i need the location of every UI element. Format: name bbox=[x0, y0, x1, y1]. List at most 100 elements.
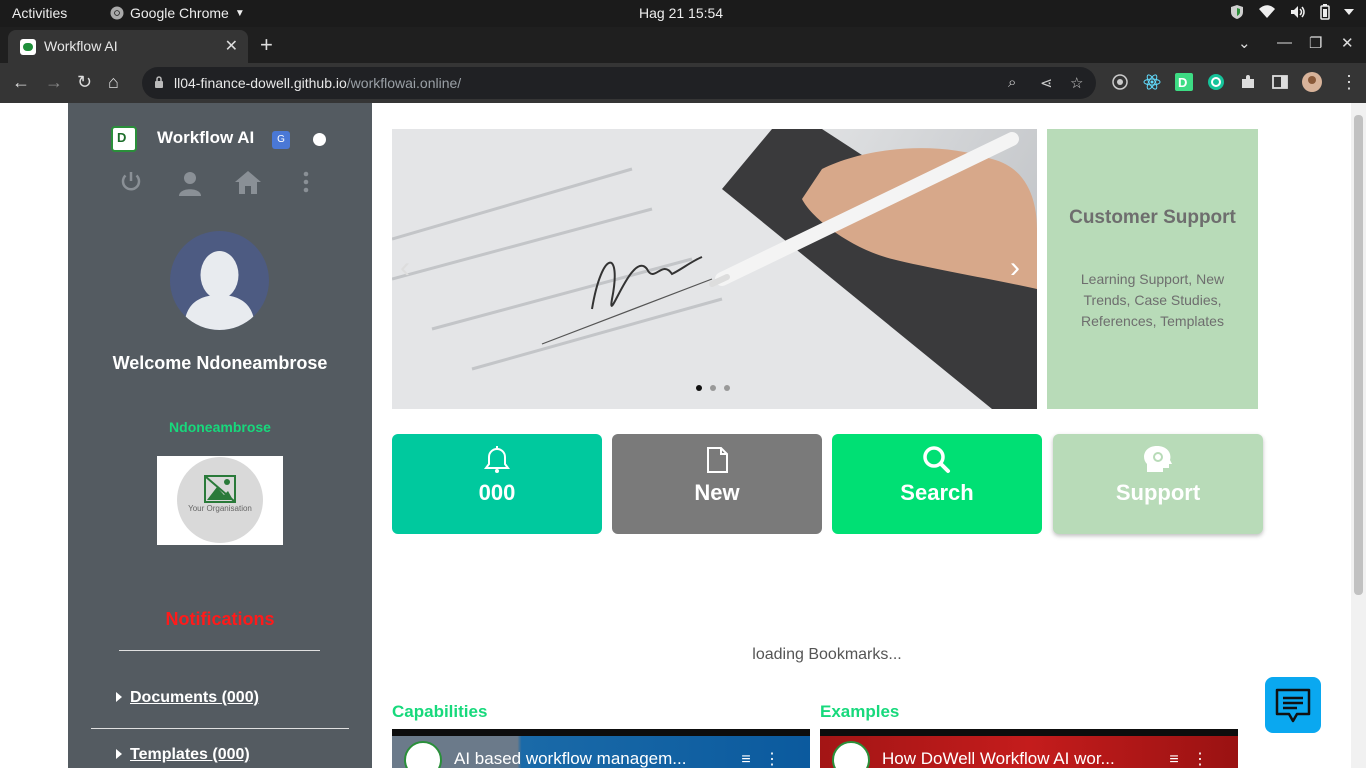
activities-button[interactable]: Activities bbox=[12, 5, 67, 21]
back-arrow-icon[interactable]: ← bbox=[12, 72, 30, 93]
examples-heading: Examples bbox=[820, 702, 900, 721]
organisation-placeholder-label: Your Organisation bbox=[188, 504, 252, 513]
organisation-placeholder bbox=[177, 457, 263, 543]
sidebar-app-title: Workflow AI bbox=[157, 128, 255, 147]
welcome-heading: Welcome Ndoneambrose bbox=[112, 353, 328, 373]
battery-icon bbox=[1320, 4, 1330, 20]
zoom-search-icon[interactable]: ⌕ bbox=[1008, 74, 1016, 91]
sidebar-item-label: Documents (000) bbox=[130, 689, 259, 706]
new-tile-label: New bbox=[694, 480, 740, 505]
maximize-button[interactable]: ❐ bbox=[1309, 34, 1322, 52]
carousel-dot[interactable] bbox=[710, 385, 716, 391]
divider bbox=[119, 650, 320, 651]
organisation-logo[interactable]: Your Organisation bbox=[157, 456, 283, 545]
profile-avatar[interactable] bbox=[1302, 72, 1322, 92]
lock-icon bbox=[155, 76, 163, 88]
customer-support-card[interactable]: Customer Support Learning Support, New T… bbox=[1047, 129, 1258, 409]
home-icon[interactable]: ⌂ bbox=[108, 72, 119, 93]
carousel-next-icon[interactable]: › bbox=[1010, 251, 1020, 285]
home-icon[interactable] bbox=[234, 170, 262, 194]
support-tile-label: Support bbox=[1115, 480, 1201, 505]
new-tab-button[interactable]: + bbox=[260, 32, 273, 58]
page-scrollbar[interactable] bbox=[1351, 103, 1366, 768]
favicon-icon bbox=[20, 39, 36, 55]
app-menu[interactable]: Google Chrome ▼ bbox=[110, 5, 245, 21]
clock[interactable]: Hag 21 15:54 bbox=[639, 5, 723, 21]
document-icon bbox=[707, 447, 728, 473]
sidebar-item-templates[interactable]: Templates (000) bbox=[116, 746, 250, 764]
examples-video[interactable]: How DoWell Workflow AI wor... ≡ ⋮ bbox=[820, 729, 1238, 768]
chrome-icon bbox=[110, 6, 124, 20]
carousel-dot[interactable] bbox=[724, 385, 730, 391]
signature-image bbox=[392, 129, 1037, 409]
image-placeholder-icon bbox=[204, 475, 236, 503]
dowell-logo bbox=[111, 126, 137, 152]
search-tile[interactable]: Search bbox=[832, 434, 1042, 534]
divider bbox=[91, 728, 349, 729]
carousel-prev-icon[interactable]: ‹ bbox=[400, 251, 410, 285]
notifications-tile[interactable]: 000 bbox=[392, 434, 602, 534]
translate-icon[interactable]: G bbox=[272, 131, 290, 149]
capabilities-heading: Capabilities bbox=[392, 702, 488, 721]
notifications-tile-label: 000 bbox=[478, 480, 516, 505]
chat-icon bbox=[1275, 688, 1311, 723]
video-menu-icon[interactable]: ≡ ⋮ bbox=[1169, 749, 1208, 768]
url-path: /workflowai.online/ bbox=[346, 75, 462, 91]
head-gear-icon bbox=[1144, 446, 1172, 472]
sidebar: Workflow AI G Welcome Ndoneambrose Ndone… bbox=[68, 103, 372, 768]
more-vertical-icon[interactable] bbox=[303, 170, 309, 194]
search-tile-label: Search bbox=[900, 480, 974, 505]
side-panel-icon[interactable] bbox=[1271, 73, 1289, 91]
app-name: Google Chrome bbox=[130, 5, 229, 21]
carousel-dot[interactable] bbox=[696, 385, 702, 391]
notifications-heading: Notifications bbox=[165, 609, 275, 629]
grammarly-icon[interactable] bbox=[1207, 73, 1225, 91]
menu-dots-icon[interactable]: ⋮ bbox=[1340, 72, 1358, 93]
caret-right-icon bbox=[116, 692, 122, 702]
user-silhouette-icon bbox=[184, 251, 255, 330]
svg-text:D: D bbox=[1178, 75, 1187, 90]
sidebar-item-documents[interactable]: Documents (000) bbox=[116, 689, 259, 707]
support-tile[interactable]: Support bbox=[1053, 434, 1263, 534]
video-title[interactable]: How DoWell Workflow AI wor... bbox=[882, 749, 1115, 768]
customer-support-title: Customer Support bbox=[1069, 207, 1236, 228]
url-host: ll04-finance-dowell.github.io bbox=[174, 75, 347, 91]
shield-icon bbox=[1231, 5, 1243, 19]
carousel-indicators[interactable] bbox=[696, 385, 730, 391]
power-icon[interactable] bbox=[119, 170, 143, 194]
hero-carousel[interactable]: ‹ › bbox=[392, 129, 1037, 409]
scrollbar-thumb[interactable] bbox=[1354, 115, 1363, 595]
close-tab-icon[interactable]: ✕ bbox=[225, 36, 238, 56]
customer-support-description: Learning Support, New Trends, Case Studi… bbox=[1080, 271, 1225, 329]
tab-search-icon[interactable]: ⌄ bbox=[1238, 34, 1251, 52]
reload-icon[interactable]: ↻ bbox=[77, 72, 92, 93]
user-icon[interactable] bbox=[177, 170, 203, 196]
bookmarks-loading-text: loading Bookmarks... bbox=[752, 646, 902, 663]
chat-button[interactable] bbox=[1265, 677, 1321, 733]
browser-tab[interactable]: Workflow AI ✕ bbox=[8, 30, 248, 63]
chevron-down-icon bbox=[1344, 9, 1354, 15]
react-devtools-icon[interactable] bbox=[1143, 73, 1161, 91]
username-label: Ndoneambrose bbox=[169, 419, 271, 435]
bookmark-star-icon[interactable]: ☆ bbox=[1070, 74, 1083, 92]
extensions-puzzle-icon[interactable] bbox=[1239, 73, 1257, 91]
address-bar[interactable]: ll04-finance-dowell.github.io/workflowai… bbox=[142, 67, 1096, 99]
sidebar-item-label: Templates (000) bbox=[130, 746, 250, 763]
video-menu-icon[interactable]: ≡ ⋮ bbox=[741, 749, 780, 768]
video-title[interactable]: AI based workflow managem... bbox=[454, 749, 686, 768]
web-page: Workflow AI G Welcome Ndoneambrose Ndone… bbox=[0, 103, 1366, 768]
dowell-extension-icon[interactable]: D bbox=[1175, 73, 1193, 91]
share-icon[interactable]: ⋖ bbox=[1040, 74, 1053, 92]
new-tile[interactable]: New bbox=[612, 434, 822, 534]
url-text: ll04-finance-dowell.github.io/workflowai… bbox=[174, 75, 461, 91]
close-window-button[interactable]: ✕ bbox=[1341, 34, 1354, 52]
status-toggle[interactable] bbox=[313, 133, 326, 146]
tab-title: Workflow AI bbox=[44, 38, 118, 54]
chevron-down-icon: ▼ bbox=[234, 7, 245, 19]
forward-arrow-icon[interactable]: → bbox=[45, 72, 63, 93]
bell-icon bbox=[484, 446, 510, 473]
capabilities-video[interactable]: AI based workflow managem... ≡ ⋮ bbox=[392, 729, 810, 768]
extension-target-icon[interactable] bbox=[1111, 73, 1129, 91]
minimize-button[interactable]: — bbox=[1277, 34, 1292, 51]
system-tray[interactable] bbox=[1230, 4, 1354, 20]
